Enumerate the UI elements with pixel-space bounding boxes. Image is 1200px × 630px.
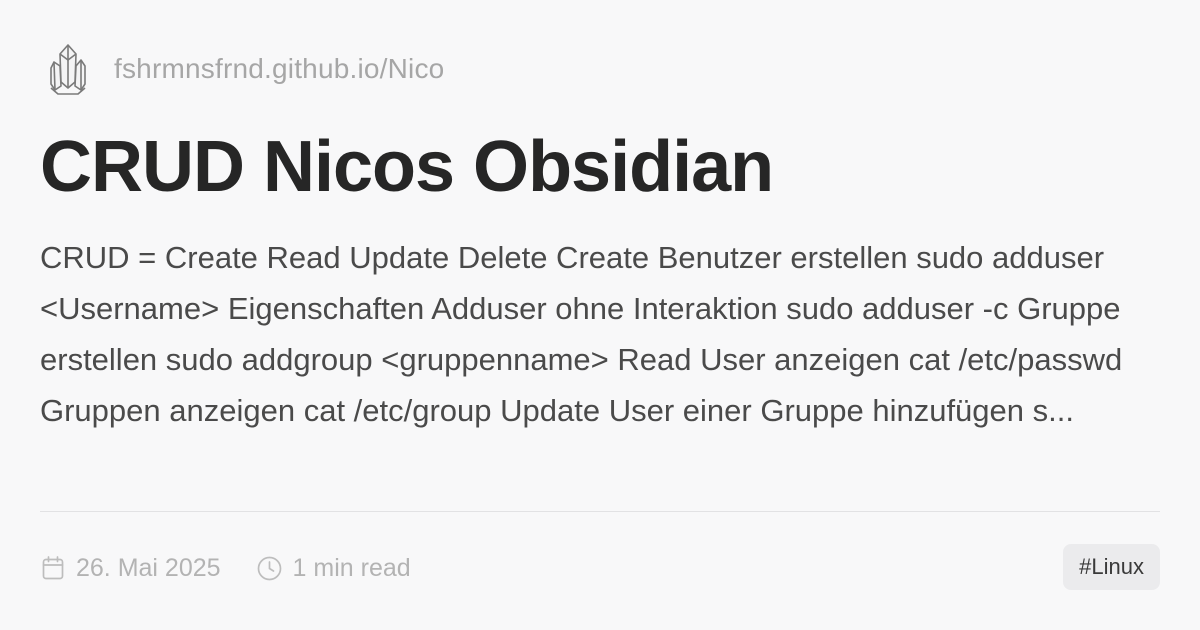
post-meta: 26. Mai 2025 1 min read bbox=[40, 548, 411, 588]
site-header[interactable]: fshrmnsfrnd.github.io/Nico bbox=[40, 38, 444, 100]
post-title[interactable]: CRUD Nicos Obsidian bbox=[40, 122, 774, 212]
social-preview-card: fshrmnsfrnd.github.io/Nico CRUD Nicos Ob… bbox=[0, 0, 1200, 630]
post-excerpt: CRUD = Create Read Update Delete Create … bbox=[40, 240, 1123, 428]
clock-icon bbox=[257, 555, 283, 581]
publish-date: 26. Mai 2025 bbox=[40, 554, 221, 583]
calendar-icon bbox=[40, 555, 66, 581]
tag-linux[interactable]: #Linux bbox=[1063, 544, 1160, 590]
publish-date-text: 26. Mai 2025 bbox=[76, 553, 221, 582]
reading-time: 1 min read bbox=[257, 554, 411, 583]
divider bbox=[40, 511, 1160, 512]
crystal-logo-icon bbox=[40, 38, 96, 100]
site-url[interactable]: fshrmnsfrnd.github.io/Nico bbox=[114, 53, 444, 85]
reading-time-text: 1 min read bbox=[292, 553, 411, 582]
